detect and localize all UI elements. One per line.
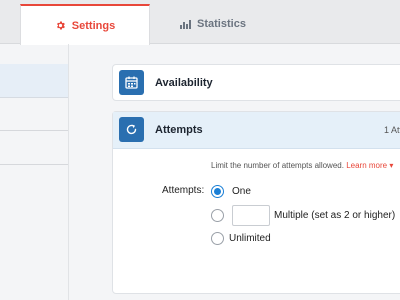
- attempts-option-one[interactable]: One: [211, 185, 251, 198]
- radio-multiple[interactable]: [211, 209, 224, 222]
- multiple-attempts-input[interactable]: [232, 205, 270, 226]
- attempts-section: Attempts 1 Att Limit the number of attem…: [112, 111, 400, 294]
- sidebar-border: [68, 44, 69, 300]
- sidebar-divider: [0, 130, 68, 131]
- attempts-option-multiple[interactable]: Multiple (set as 2 or higher): [211, 205, 395, 226]
- availability-header[interactable]: Availability: [113, 65, 400, 102]
- sidebar-item-selected[interactable]: [0, 64, 68, 98]
- calendar-icon: [119, 70, 144, 95]
- option-one-label: One: [232, 186, 251, 197]
- chevron-down-icon: ▾: [387, 161, 394, 170]
- learn-more-link[interactable]: Learn more: [346, 161, 387, 170]
- sidebar-divider: [0, 164, 68, 165]
- attempts-hint-text: Limit the number of attempts allowed.: [211, 161, 344, 170]
- attempts-header[interactable]: Attempts 1 Att: [113, 112, 400, 149]
- option-unlimited-label: Unlimited: [229, 233, 271, 244]
- option-multiple-label: Multiple (set as 2 or higher): [274, 210, 396, 221]
- bar-chart-icon: [180, 19, 192, 29]
- radio-unlimited[interactable]: [211, 232, 224, 245]
- availability-section[interactable]: Availability: [112, 64, 400, 101]
- tab-settings-label: Settings: [71, 19, 116, 32]
- refresh-icon: [119, 117, 144, 142]
- attempts-summary: 1 Att: [384, 125, 400, 135]
- tab-statistics[interactable]: Statistics: [150, 4, 276, 44]
- radio-one[interactable]: [211, 185, 224, 198]
- tab-bar: Settings Statistics: [0, 0, 400, 45]
- attempts-field-label: Attempts:: [162, 185, 205, 196]
- attempts-hint: Limit the number of attempts allowed. Le…: [211, 161, 393, 170]
- tab-settings[interactable]: Settings: [20, 4, 150, 45]
- attempts-title: Attempts: [155, 124, 203, 136]
- gear-icon: [55, 20, 66, 31]
- tab-statistics-label: Statistics: [197, 18, 246, 30]
- attempts-option-unlimited[interactable]: Unlimited: [211, 232, 271, 245]
- availability-title: Availability: [155, 77, 213, 89]
